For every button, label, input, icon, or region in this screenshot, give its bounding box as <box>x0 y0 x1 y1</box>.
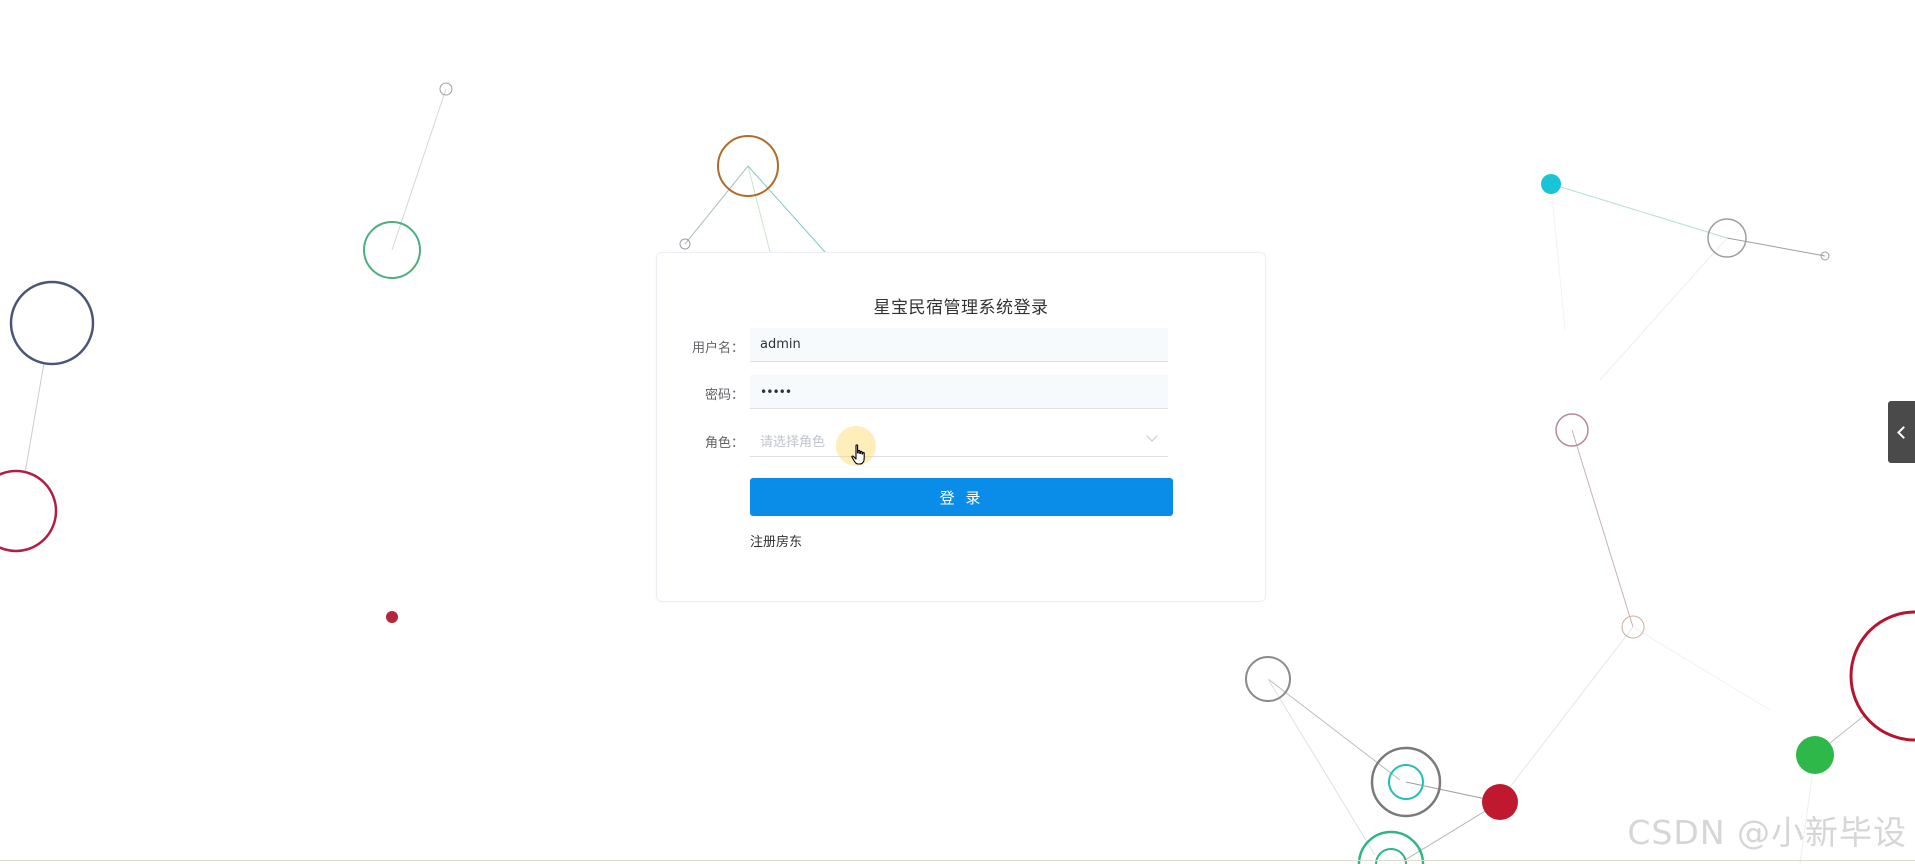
username-row: 用户名： <box>657 328 1265 362</box>
chevron-down-icon <box>1146 430 1158 442</box>
login-button[interactable]: 登 录 <box>750 478 1173 516</box>
side-collapse-tab[interactable] <box>1888 401 1915 463</box>
role-row: 角色： 请选择角色 <box>657 423 1265 457</box>
hand-pointer-icon <box>851 444 865 465</box>
role-select-placeholder: 请选择角色 <box>760 435 826 450</box>
login-title: 星宝民宿管理系统登录 <box>873 298 1049 318</box>
username-input[interactable] <box>750 328 1168 362</box>
login-card: 星宝民宿管理系统登录 用户名： 密码： 角色： 请选择角色 登 录 注册房东 <box>656 252 1266 602</box>
register-landlord-link[interactable]: 注册房东 <box>750 531 802 550</box>
chevron-left-icon <box>1897 426 1910 439</box>
role-label: 角色： <box>704 436 744 451</box>
password-label: 密码： <box>704 388 744 403</box>
password-input[interactable] <box>750 375 1168 409</box>
login-page: 星宝民宿管理系统登录 用户名： 密码： 角色： 请选择角色 登 录 注册房东 C… <box>0 0 1915 864</box>
role-select[interactable]: 请选择角色 <box>750 423 1168 457</box>
watermark: CSDN @小新毕设 <box>1627 813 1907 852</box>
username-label: 用户名： <box>691 341 744 356</box>
mouse-cursor <box>836 426 876 466</box>
password-row: 密码： <box>657 375 1265 409</box>
bottom-divider <box>0 860 1915 861</box>
